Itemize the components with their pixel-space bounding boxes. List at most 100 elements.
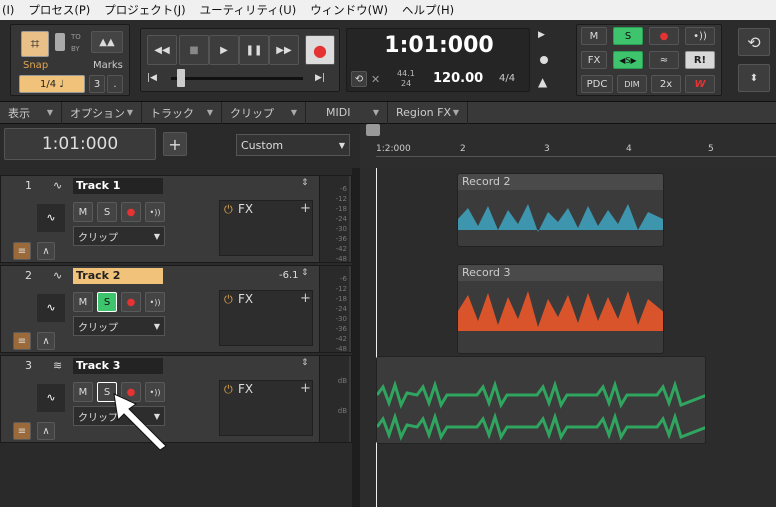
track-edit-icon[interactable]: ≡ [13,332,31,350]
dim-button[interactable]: DIM [617,75,647,93]
stop-button[interactable]: ■ [179,35,209,65]
track-strip-2[interactable]: 2 ∿ Track 2 -6.1 ⇕ ∿ M S ● •)) クリップ ▼ ≡ ∧… [0,265,352,363]
volume-readout[interactable]: -6.1 [279,270,299,281]
track-strip-3[interactable]: 3 ≋ Track 3 ⇕ ∿ M S ● •)) クリップ ▼ ≡ ∧ ⏻ FX… [0,355,352,443]
automation-lane-icon[interactable]: ∧ [37,422,55,440]
now-marker-handle[interactable] [366,124,380,136]
ruler[interactable]: 1:2:000 2 3 4 5 [360,124,776,168]
mute-button[interactable]: M [73,202,93,222]
automation-button[interactable]: ≈ [649,51,679,69]
add-fx-icon[interactable]: + [300,291,311,306]
menu-item-project[interactable]: プロジェクト(J) [104,2,185,18]
solo-button[interactable]: S [97,202,117,222]
record-arm-button[interactable]: ● [121,202,141,222]
expand-button[interactable]: ▶ [538,30,552,44]
loop-toggle-button[interactable]: ⟲ [738,28,770,56]
region-fx-menu[interactable]: Region FX ▼ [388,101,468,124]
expand-track-icon[interactable]: ⇕ [301,178,309,188]
chevron-down-icon: ▼ [452,108,459,117]
edit-filter-dropdown[interactable]: クリップ ▼ [73,316,165,336]
track-strip-1[interactable]: 1 ∿ Track 1 ⇕ ∿ M S ● •)) クリップ ▼ ≡ ∧ ⏻ FX… [0,175,352,273]
read-automation-button[interactable]: R! [685,51,715,69]
audio-clip-record-2[interactable]: Record 2 [457,173,664,247]
position-slider[interactable] [171,77,303,80]
input-echo-button[interactable]: •)) [145,202,165,222]
edit-filter-label: クリップ [78,232,118,244]
metronome-icon[interactable]: ▲ [538,75,547,89]
record-arm-global-button[interactable]: ● [649,27,679,45]
power-icon[interactable]: ⏻ [224,203,233,217]
mute-global-button[interactable]: M [581,27,607,45]
midi-menu[interactable]: MIDI ▼ [306,101,388,124]
write-automation-button[interactable]: W [685,75,715,93]
track-view-preset[interactable]: Custom ▼ [236,134,350,156]
menu-item-i[interactable]: (I) [2,3,14,17]
menu-item-window[interactable]: ウィンドウ(W) [310,2,388,18]
pause-button[interactable]: ❚❚ [239,35,269,65]
snap-triplet-button[interactable]: 3 [89,75,105,93]
edit-filter-label: クリップ [78,322,118,334]
snap-toggle[interactable] [55,33,65,51]
view-toolbar: 表示 ▼ オプション ▼ トラック ▼ クリップ ▼ MIDI ▼ Region FX ▼ [0,101,776,124]
monitor-global-button[interactable]: •)) [685,27,715,45]
track-name[interactable]: Track 3 [73,358,163,374]
snap-value-button[interactable]: 1/4 ♩ [19,75,85,93]
audio-clip-record-3[interactable]: Record 3 [457,264,664,354]
pdc-button[interactable]: PDC [581,75,613,93]
power-icon[interactable]: ⏻ [224,383,233,397]
menu-item-help[interactable]: ヘルプ(H) [402,2,454,18]
go-to-start-button[interactable]: |◀ [147,73,157,83]
solo-global-button[interactable]: S [613,27,643,45]
record-mode-icon[interactable] [540,56,548,64]
sync-button[interactable]: ⟲ [351,71,367,87]
track-edit-icon[interactable]: ≡ [13,242,31,260]
track-edit-icon[interactable]: ≡ [13,422,31,440]
add-track-button[interactable]: + [163,132,187,156]
record-arm-button[interactable]: ● [121,292,141,312]
mute-button[interactable]: M [73,382,93,402]
marks-button[interactable]: ▲▲ [91,31,123,53]
edit-filter-dropdown[interactable]: クリップ ▼ [73,226,165,246]
fit-view-button[interactable]: ⬍ [738,64,770,92]
rewind-icon: ◀◀ [154,44,170,56]
snap-dotted-button[interactable]: . [107,75,123,93]
time-readout[interactable]: 1:01:000 [347,33,531,58]
menu-item-utility[interactable]: ユーティリティ(U) [200,2,297,18]
fx-bin[interactable]: ⏻ FX + [219,200,313,256]
options-menu[interactable]: オプション ▼ [62,101,142,124]
position-readout[interactable]: 1:01:000 [4,128,156,160]
solo-button[interactable]: S [97,292,117,312]
menu-item-process[interactable]: プロセス(P) [28,2,90,18]
double-speed-button[interactable]: 2x [651,75,681,93]
add-fx-icon[interactable]: + [300,381,311,396]
tempo-readout[interactable]: 120.00 [433,71,483,86]
automation-lane-icon[interactable]: ∧ [37,332,55,350]
metronome-off-icon[interactable]: ✕ [371,73,380,86]
fast-forward-button[interactable]: ▶▶ [269,35,299,65]
midi-clip-track-3[interactable] [376,356,706,444]
snap-grid-button[interactable]: ⌗ [21,31,49,57]
expand-track-icon[interactable]: ⇕ [301,358,309,368]
automation-lane-icon[interactable]: ∧ [37,242,55,260]
add-fx-icon[interactable]: + [300,201,311,216]
fx-bin[interactable]: ⏻ FX + [219,290,313,346]
power-icon[interactable]: ⏻ [224,293,233,307]
solo-link-button[interactable]: ◀S▶ [613,51,643,69]
rewind-button[interactable]: ◀◀ [147,35,177,65]
track-name[interactable]: Track 1 [73,178,163,194]
meter-readout[interactable]: 4/4 [499,73,515,84]
position-slider-handle[interactable] [177,69,185,87]
clip-menu[interactable]: クリップ ▼ [222,101,306,124]
play-button[interactable]: ▶ [209,35,239,65]
expand-track-icon[interactable]: ⇕ [301,268,309,278]
view-menu[interactable]: 表示 ▼ [0,101,62,124]
track-menu[interactable]: トラック ▼ [142,101,222,124]
record-button[interactable]: ● [305,35,335,65]
marks-label: Marks [93,60,123,71]
fx-global-button[interactable]: FX [581,51,607,69]
go-to-end-button[interactable]: ▶| [315,73,325,83]
mute-button[interactable]: M [73,292,93,312]
fx-bin[interactable]: ⏻ FX + [219,380,313,436]
input-echo-button[interactable]: •)) [145,292,165,312]
track-name[interactable]: Track 2 [73,268,163,284]
